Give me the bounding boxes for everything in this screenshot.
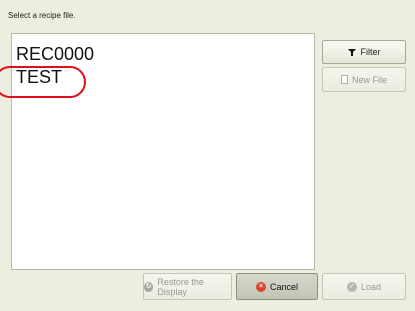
restore-display-button[interactable]: ↻ Restore the Display (143, 273, 232, 300)
load-button[interactable]: ✓ Load (322, 273, 406, 300)
new-file-button[interactable]: New File (322, 67, 406, 92)
filter-icon (347, 48, 357, 57)
file-item-rec0000[interactable]: REC0000 (16, 44, 94, 65)
recipe-file-list[interactable]: REC0000 TEST (11, 33, 315, 270)
restore-icon: ↻ (144, 281, 154, 292)
cancel-label: Cancel (269, 281, 298, 292)
restore-label: Restore the Display (157, 276, 204, 297)
recipe-file-dialog: Select a recipe file. REC0000 TEST Filte… (0, 0, 415, 311)
cancel-button[interactable]: × Cancel (236, 273, 318, 300)
load-icon: ✓ (346, 281, 357, 292)
filter-button[interactable]: Filter (322, 40, 406, 64)
filter-label: Filter (360, 47, 381, 57)
new-file-icon (340, 75, 348, 84)
dialog-prompt: Select a recipe file. (8, 11, 76, 20)
cancel-icon: × (255, 281, 266, 292)
file-item-test[interactable]: TEST (16, 67, 62, 88)
new-file-label: New File (351, 74, 387, 85)
load-label: Load (360, 281, 382, 292)
